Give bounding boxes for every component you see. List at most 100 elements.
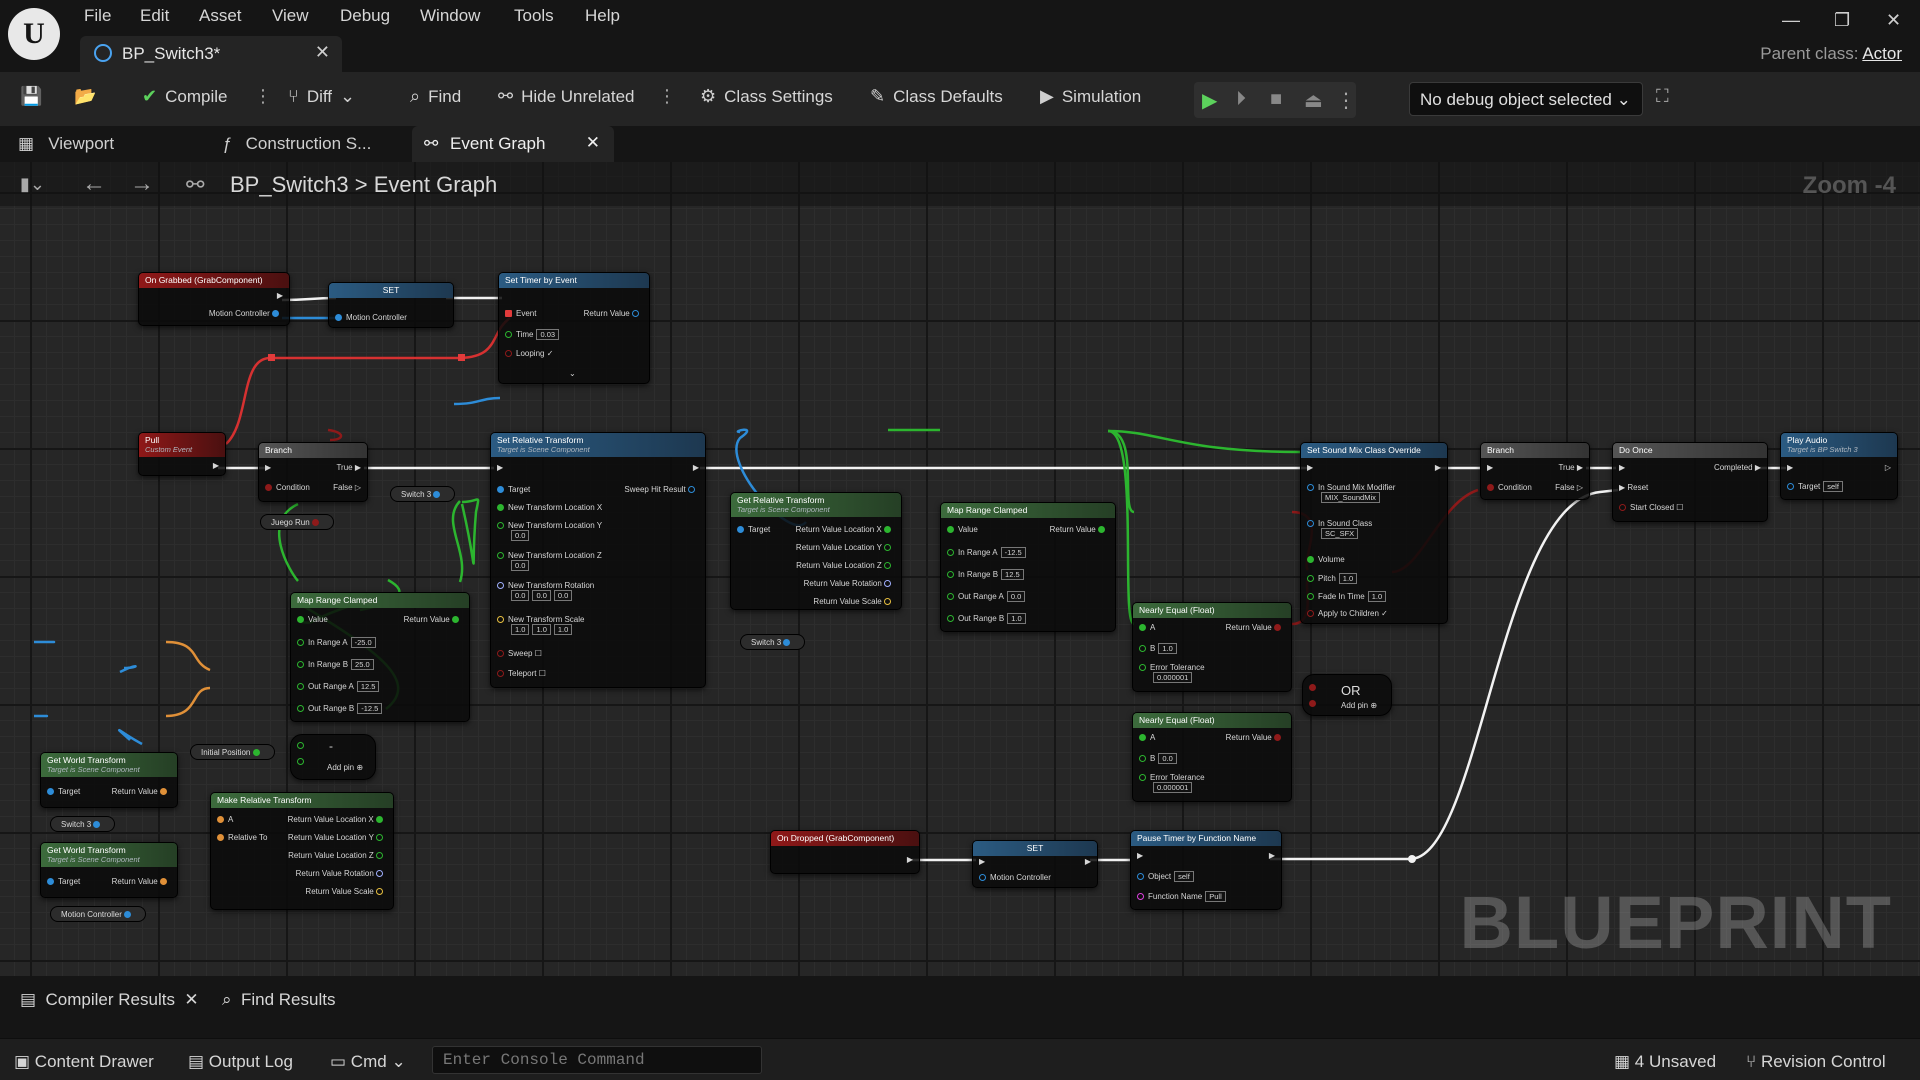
menu-asset[interactable]: Asset [199,6,242,26]
exec-out-pin[interactable]: ▶ [1435,463,1441,472]
node-map-range-clamped[interactable]: Map Range Clamped Value Return Value In … [290,592,470,722]
target-pin[interactable]: Target self [1787,481,1843,492]
class-settings-button[interactable]: ⚙ Class Settings [700,86,833,107]
error-tolerance-pin[interactable]: Error Tolerance 0.000001 [1139,663,1205,683]
in-range-b-pin[interactable]: In Range B 12.5 [947,569,1024,580]
node-branch[interactable]: Branch ▶ True ▶ Condition False ▷ [258,442,368,502]
exec-out-pin[interactable]: ▶ [907,855,913,864]
exec-in-pin[interactable]: ▶ [1137,851,1143,860]
true-pin[interactable]: True ▶ [336,463,361,472]
menu-window[interactable]: Window [420,6,480,26]
node-branch[interactable]: Branch ▶ True ▶ Condition False ▷ [1480,442,1590,500]
true-pin[interactable]: True ▶ [1558,463,1583,472]
cmd-select[interactable]: ▭ Cmd ⌄ [330,1052,406,1072]
reroute-node[interactable] [268,354,275,361]
return-location-y-pin[interactable]: Return Value Location Y [288,833,387,842]
out-range-b-pin[interactable]: Out Range B 1.0 [947,613,1026,624]
exec-in-pin[interactable]: ▶ [979,857,985,866]
menu-view[interactable]: View [272,6,309,26]
sound-mix-modifier-pin[interactable]: In Sound Mix Modifier MIX_SoundMix [1307,483,1395,503]
debug-filter-icon[interactable]: ⛶ [1656,86,1669,107]
revision-control-button[interactable]: ⑂ Revision Control [1746,1052,1886,1072]
find-button[interactable]: ⌕ Find [410,86,461,107]
exec-in-pin[interactable]: ▶ [1487,463,1493,472]
motion-controller-pin[interactable]: Motion Controller [335,313,407,322]
content-drawer-button[interactable]: ▣ Content Drawer [14,1052,154,1072]
error-tolerance-pin[interactable]: Error Tolerance 0.000001 [1139,773,1205,793]
looping-pin[interactable]: Looping ✓ [505,349,553,358]
motion-controller-pin[interactable]: Motion Controller [209,309,283,318]
reroute-node[interactable] [1408,855,1416,863]
input-b-pin[interactable] [297,757,308,766]
node-get-world-transform[interactable]: Get World Transform Target is Scene Compo… [40,752,178,808]
node-pause-timer-by-function-name[interactable]: Pause Timer by Function Name ▶ ▶ Object s… [1130,830,1282,910]
node-set-sound-mix-class-override[interactable]: Set Sound Mix Class Override ▶ ▶ In Soun… [1300,442,1448,624]
exec-in-pin[interactable]: ▶ [1307,463,1313,472]
exec-out-pin[interactable]: ▶ [1085,857,1091,866]
exec-out-pin[interactable]: ▶ [1269,851,1275,860]
browse-icon[interactable]: 📂 [74,86,96,107]
close-tab-icon[interactable]: ✕ [586,133,600,153]
reset-pin[interactable]: ▶ Reset [1619,483,1648,492]
breadcrumb-graph[interactable]: Event Graph [374,172,498,197]
event-pin[interactable]: Event [505,309,536,318]
exec-in-pin[interactable]: ▶ [265,463,271,472]
false-pin[interactable]: False ▷ [333,483,361,492]
exec-out-pin[interactable]: ▶ [277,291,283,300]
in-range-a-pin[interactable]: In Range A -12.5 [947,547,1026,558]
function-name-pin[interactable]: Function Name Pull [1137,891,1226,902]
node-or[interactable]: OR Add pin ⊕ [1302,674,1392,716]
node-map-range-clamped[interactable]: Map Range Clamped Value Return Value In … [940,502,1116,632]
pitch-pin[interactable]: Pitch 1.0 [1307,573,1358,584]
tab-find-results[interactable]: ⌕ Find Results [222,990,335,1010]
unsaved-button[interactable]: ▦ 4 Unsaved [1614,1052,1716,1072]
save-icon[interactable]: 💾 [20,86,42,107]
a-pin[interactable]: A [1139,623,1155,632]
b-pin[interactable]: B 1.0 [1139,643,1177,654]
node-on-dropped[interactable]: On Dropped (GrabComponent) ▶ [770,830,920,874]
node-get-relative-transform[interactable]: Get Relative Transform Target is Scene Co… [730,492,902,610]
reroute-node[interactable] [458,354,465,361]
switch3-variable[interactable]: Switch 3 [740,634,806,650]
node-play-audio[interactable]: Play Audio Target is BP Switch 3 ▶ ▷ Targ… [1780,432,1898,500]
return-location-x-pin[interactable]: Return Value Location X [796,525,895,534]
console-input[interactable]: Enter Console Command [432,1046,762,1074]
output-log-button[interactable]: ▤ Output Log [188,1052,293,1072]
play-icon[interactable]: ▶ [1202,88,1217,113]
input-a-pin[interactable] [1309,683,1320,692]
tab-compiler-results[interactable]: ▤ Compiler Results ✕ [20,990,199,1010]
target-pin[interactable]: Target [47,877,80,886]
sweep-pin[interactable]: Sweep ☐ [497,649,542,658]
document-tab[interactable]: BP_Switch3* ✕ [80,36,342,72]
compile-button[interactable]: ✔ Compile [142,86,227,107]
motion-controller-pin[interactable]: Motion Controller [979,873,1051,882]
node-subtract[interactable]: - Add pin ⊕ [290,734,376,780]
menu-debug[interactable]: Debug [340,6,390,26]
menu-help[interactable]: Help [585,6,620,26]
class-defaults-button[interactable]: ✎ Class Defaults [870,86,1003,107]
return-rotation-pin[interactable]: Return Value Rotation [296,869,387,878]
eject-icon[interactable]: ⏏ [1304,88,1323,113]
return-value-pin[interactable]: Return Value [112,787,171,796]
target-pin[interactable]: Target [497,485,530,494]
start-closed-pin[interactable]: Start Closed ☐ [1619,503,1683,512]
tab-event-graph[interactable]: Event Graph ✕ ⚯ [412,126,614,162]
return-location-x-pin[interactable]: Return Value Location X [288,815,387,824]
b-pin[interactable]: B 0.0 [1139,753,1177,764]
expand-icon[interactable]: ⌄ [569,369,576,378]
teleport-pin[interactable]: Teleport ☐ [497,669,546,678]
input-a-pin[interactable] [297,741,308,750]
return-scale-pin[interactable]: Return Value Scale [813,597,895,606]
hide-unrelated-button[interactable]: ⚯ Hide Unrelated [498,86,635,107]
return-value-pin[interactable]: Return Value [112,877,171,886]
exec-out-pin[interactable]: ▶ [693,463,699,472]
rotation-pin[interactable]: New Transform Rotation 0.0 0.0 0.0 [497,581,594,601]
node-make-relative-transform[interactable]: Make Relative Transform A Return Value L… [210,792,394,910]
relative-to-pin[interactable]: Relative To [217,833,267,842]
location-y-pin[interactable]: New Transform Location Y 0.0 [497,521,602,541]
motion-controller-variable[interactable]: Motion Controller [50,906,147,922]
minimize-icon[interactable]: — [1782,10,1800,31]
step-icon[interactable]: ⏵ [1236,88,1246,111]
add-pin-button[interactable]: Add pin ⊕ [327,763,363,772]
return-location-z-pin[interactable]: Return Value Location Z [796,561,895,570]
